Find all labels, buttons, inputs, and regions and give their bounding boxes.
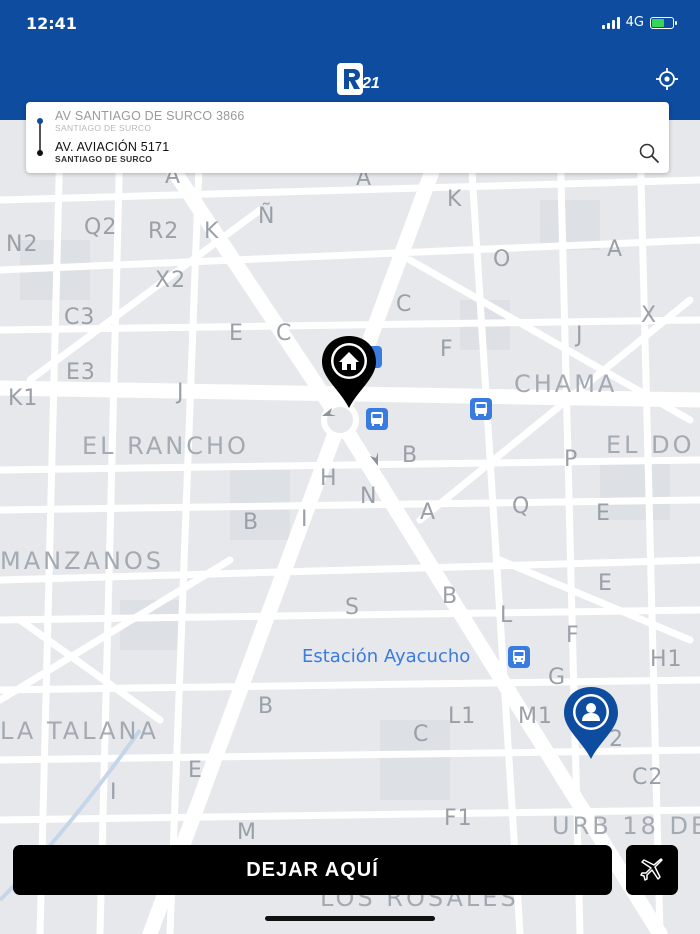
locate-icon[interactable] [656, 68, 678, 90]
map-label: EL RANCHO [82, 432, 249, 460]
map-label: C3 [64, 305, 96, 330]
destination-district: SANTIAGO DE SURCO [55, 154, 153, 164]
map-label: CHAMA [514, 370, 618, 398]
map-label: J [576, 323, 584, 348]
map-label: S [345, 595, 360, 620]
bus-icon[interactable] [470, 398, 492, 420]
map-label: F [566, 623, 580, 648]
map-label: MANZANOS [0, 547, 165, 575]
map-label: K [204, 219, 220, 244]
airplane-icon [640, 858, 663, 881]
map-label: E [596, 501, 611, 526]
map-label: I [301, 507, 309, 532]
map-label: B [402, 443, 419, 468]
user-location-pin[interactable] [562, 685, 620, 761]
map-label: C2 [632, 765, 664, 790]
app-logo: 21 [337, 63, 379, 95]
map-label: I [110, 780, 118, 805]
route-connector [39, 121, 41, 153]
map-label: E [188, 758, 203, 783]
drop-here-button[interactable]: DEJAR AQUÍ [13, 845, 612, 895]
map-label: B [258, 694, 275, 719]
station-label[interactable]: Estación Ayacucho [302, 646, 470, 667]
battery-icon [650, 16, 677, 29]
status-indicators: 4G [601, 15, 677, 30]
route-card: AV SANTIAGO DE SURCO 3866 SANTIAGO DE SU… [26, 102, 669, 173]
map-label: Q [512, 494, 531, 519]
map-label: M [237, 820, 257, 845]
map-label: E3 [66, 360, 96, 385]
map-label: H [320, 466, 338, 491]
map-label: X [641, 303, 658, 328]
map-label: K [447, 187, 463, 212]
svg-text:21: 21 [361, 75, 379, 92]
map-label: C [396, 292, 413, 317]
map-label: R2 [148, 219, 180, 244]
map-label: B [243, 510, 260, 535]
map-label: N [360, 484, 378, 509]
bus-icon[interactable] [508, 646, 530, 668]
map-label: Q2 [84, 215, 118, 240]
map-label: E [229, 321, 244, 346]
map-label: X2 [155, 268, 187, 293]
map-label: C [276, 321, 293, 346]
map-label: A [420, 500, 437, 525]
map-label: B [442, 584, 459, 609]
map-label: C [413, 722, 430, 747]
map-label: M1 [518, 704, 553, 729]
destination-pin[interactable] [320, 334, 378, 410]
status-bar: 12:41 4G [0, 0, 700, 48]
airport-button[interactable] [626, 845, 678, 895]
map-label: J [177, 380, 185, 405]
origin-district: SANTIAGO DE SURCO [55, 123, 152, 133]
bus-icon[interactable] [366, 408, 388, 430]
origin-dot-icon [37, 118, 43, 124]
map-label: Ñ [258, 204, 276, 229]
map-label: L [500, 603, 514, 628]
signal-icon [601, 16, 620, 29]
destination-address[interactable]: AV. AVIACIÓN 5171 [55, 140, 169, 154]
map-label: H1 [650, 647, 683, 672]
map-label: P [564, 447, 579, 472]
destination-dot-icon [37, 150, 43, 156]
map-label: K1 [8, 386, 39, 411]
map-label: F1 [444, 806, 473, 831]
search-icon[interactable] [638, 142, 660, 164]
status-time: 12:41 [26, 14, 77, 33]
map-label: N2 [6, 232, 39, 257]
map-label: E [598, 571, 613, 596]
home-indicator[interactable] [265, 916, 435, 921]
origin-address[interactable]: AV SANTIAGO DE SURCO 3866 [55, 109, 245, 123]
map-label: EL DO [606, 431, 695, 459]
map-label: LA TALANA [0, 717, 159, 745]
map-label: O [493, 247, 512, 272]
map-label: L1 [448, 704, 477, 729]
map-label: URB 18 DE [552, 812, 700, 840]
network-type: 4G [625, 15, 644, 30]
map-label: F [440, 337, 454, 362]
map-label: A [607, 237, 624, 262]
